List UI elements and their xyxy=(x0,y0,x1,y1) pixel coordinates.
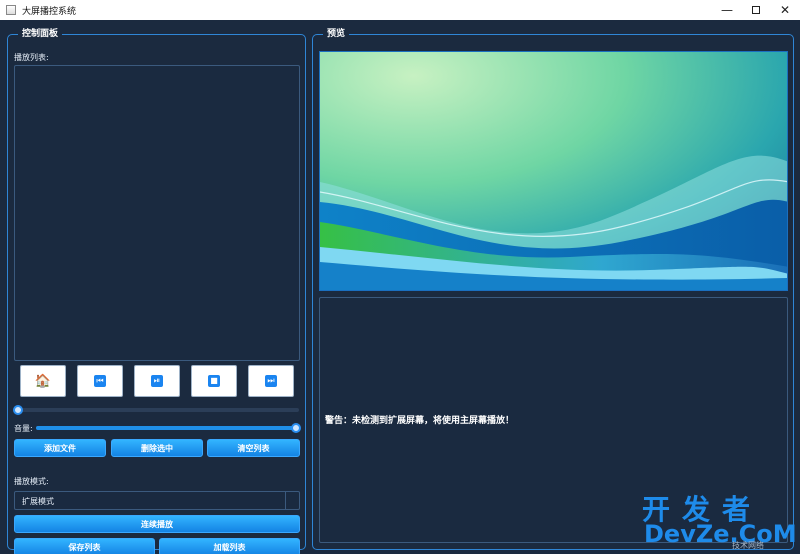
play-mode-value: 扩展模式 xyxy=(22,497,54,506)
app-icon xyxy=(6,5,16,15)
load-list-button[interactable]: 加载列表 xyxy=(159,538,300,554)
stop-button[interactable]: ■ xyxy=(191,365,237,397)
dropdown-arrow-icon[interactable] xyxy=(285,492,299,509)
title-bar: 大屏播控系统 — ✕ xyxy=(0,0,800,20)
window-title: 大屏播控系统 xyxy=(22,6,77,17)
volume-slider[interactable] xyxy=(36,423,301,433)
continuous-play-button[interactable]: 连续播放 xyxy=(14,515,300,533)
preview-panel: 预览 警告：未检测到扩展屏幕，将使用主屏幕播放！ xyxy=(312,28,794,550)
save-list-button[interactable]: 保存列表 xyxy=(14,538,155,554)
playlist-list[interactable] xyxy=(14,65,300,361)
play-pause-button[interactable]: ⏯ xyxy=(134,365,180,397)
control-panel-title: 控制面板 xyxy=(18,28,63,40)
play-mode-select[interactable]: 扩展模式 xyxy=(14,491,300,510)
main-window: 控制面板 播放列表: 🏠 ⏮ ⏯ ■ ⏭ 音量: 添加文件 删除选中 清空列表 xyxy=(0,20,800,554)
progress-handle[interactable] xyxy=(13,405,23,415)
home-button[interactable]: 🏠 xyxy=(20,365,66,397)
volume-fill xyxy=(36,426,296,430)
control-panel: 控制面板 播放列表: 🏠 ⏮ ⏯ ■ ⏭ 音量: 添加文件 删除选中 清空列表 xyxy=(7,28,306,554)
close-button[interactable]: ✕ xyxy=(770,0,800,20)
home-icon: 🏠 xyxy=(34,373,52,389)
play-mode-label: 播放模式: xyxy=(14,477,49,486)
watermark-en: DevZe.CoM xyxy=(644,520,797,548)
stop-icon: ■ xyxy=(208,375,220,387)
clear-list-button[interactable]: 清空列表 xyxy=(207,439,300,457)
delete-selected-button[interactable]: 删除选中 xyxy=(111,439,203,457)
minimize-button[interactable]: — xyxy=(712,0,742,20)
preview-image xyxy=(319,51,788,291)
preview-panel-title: 预览 xyxy=(323,28,350,40)
maximize-icon xyxy=(752,6,760,14)
skip-previous-icon: ⏮ xyxy=(94,375,106,387)
add-file-button[interactable]: 添加文件 xyxy=(14,439,106,457)
volume-handle[interactable] xyxy=(291,423,301,433)
play-pause-icon: ⏯ xyxy=(151,375,163,387)
skip-next-icon: ⏭ xyxy=(265,375,277,387)
watermark-logo: 开发者 DevZe.CoM 技术网络 xyxy=(642,488,797,552)
wave-background-image xyxy=(320,52,787,290)
watermark-small: 技术网络 xyxy=(732,541,764,550)
progress-slider[interactable] xyxy=(13,405,299,415)
next-button[interactable]: ⏭ xyxy=(248,365,294,397)
volume-label: 音量: xyxy=(14,424,33,433)
maximize-button[interactable] xyxy=(741,0,771,20)
previous-button[interactable]: ⏮ xyxy=(77,365,123,397)
playlist-label: 播放列表: xyxy=(14,53,49,62)
warning-text: 警告：未检测到扩展屏幕，将使用主屏幕播放！ xyxy=(325,416,515,426)
